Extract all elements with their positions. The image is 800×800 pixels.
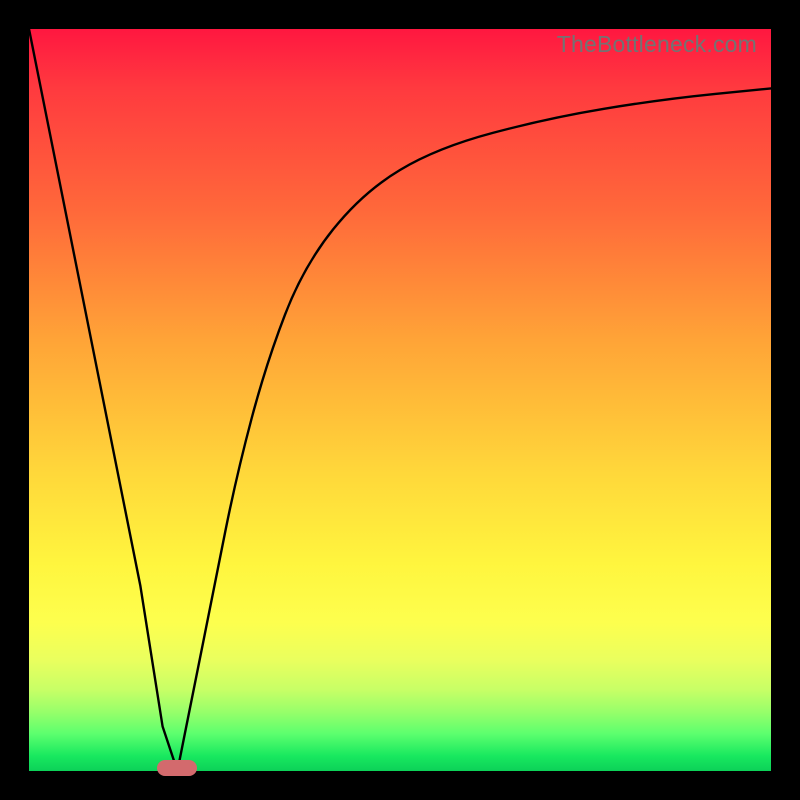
- chart-frame: TheBottleneck.com: [0, 0, 800, 800]
- left-curve-path: [29, 29, 177, 771]
- plot-area: TheBottleneck.com: [29, 29, 771, 771]
- min-point-marker: [157, 760, 197, 776]
- right-curve-path: [177, 88, 771, 771]
- chart-curves: [29, 29, 771, 771]
